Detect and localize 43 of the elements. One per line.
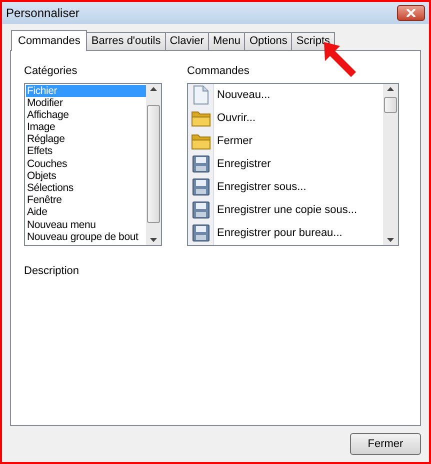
folder-icon [191, 132, 211, 150]
scroll-down-icon [387, 238, 394, 242]
close-dialog-button[interactable]: Fermer [350, 433, 421, 455]
category-item[interactable]: Réglage [26, 133, 146, 146]
category-item[interactable]: Nouveau menu [26, 218, 146, 231]
document-icon [192, 85, 210, 105]
close-icon [406, 9, 416, 17]
category-item[interactable]: Fenêtre [26, 194, 146, 206]
scroll-up-icon [387, 86, 394, 90]
command-item[interactable]: Nouveau... [217, 86, 270, 104]
window-title: Personnaliser [6, 5, 80, 22]
command-item[interactable]: Fermer [217, 132, 252, 150]
description-label: Description [24, 264, 80, 278]
category-item[interactable]: Sélections [26, 182, 146, 194]
scrollbar[interactable] [146, 84, 161, 244]
scroll-up-icon [150, 86, 157, 90]
category-item[interactable]: Image [26, 121, 146, 134]
categories-label: Catégories [24, 64, 78, 79]
scroll-thumb[interactable] [147, 105, 160, 223]
command-item[interactable]: Ouvrir... [217, 110, 256, 126]
tab[interactable]: Scripts [291, 32, 336, 50]
command-item[interactable]: Enregistrer une copie sous... [217, 202, 358, 218]
scrollbar[interactable] [383, 84, 398, 244]
category-item[interactable]: Aide [26, 206, 146, 219]
command-item[interactable]: Enregistrer [217, 156, 271, 172]
tab[interactable]: Menu [208, 32, 246, 50]
category-item[interactable]: Affichage [26, 108, 146, 122]
tab[interactable]: Commandes [11, 30, 88, 51]
command-item[interactable]: Enregistrer pour bureau... [217, 224, 342, 242]
close-button[interactable] [397, 5, 425, 21]
tab[interactable]: Barres d'outils [86, 32, 166, 50]
folder-icon [191, 109, 211, 127]
tab[interactable]: Clavier [164, 32, 209, 50]
scroll-down-icon [150, 238, 157, 242]
category-item[interactable]: Nouveau groupe de bout [26, 230, 146, 243]
category-item[interactable]: Effets [26, 145, 146, 158]
category-item[interactable]: Couches [26, 158, 146, 170]
category-item[interactable]: Objets [26, 170, 146, 182]
commands-label: Commandes [187, 64, 250, 79]
command-item[interactable]: Enregistrer sous... [217, 178, 306, 196]
tab[interactable]: Options [244, 32, 292, 50]
category-item[interactable]: Modifier [26, 96, 146, 109]
scroll-thumb[interactable] [384, 96, 397, 112]
